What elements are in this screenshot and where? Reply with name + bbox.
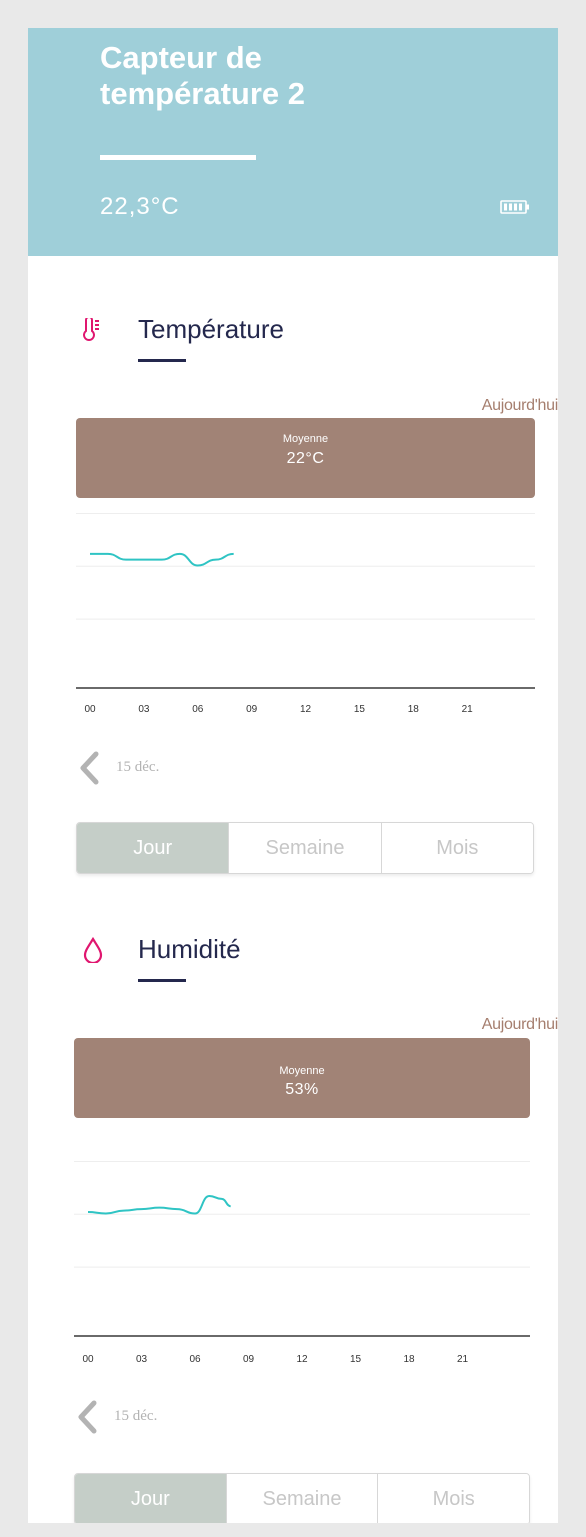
x-tick-label: 06	[189, 1354, 201, 1365]
temperature-x-ticks: 00 03 06 09 12 15 18 21	[76, 704, 535, 718]
segment-semaine[interactable]: Semaine	[225, 1474, 378, 1523]
chevron-left-icon[interactable]	[76, 750, 102, 786]
x-tick-label: 12	[299, 704, 312, 715]
x-tick-label: 21	[456, 1354, 469, 1365]
x-tick-label: 18	[403, 1354, 415, 1365]
period-label: Aujourd'hui	[481, 397, 558, 414]
x-tick-label: 15	[349, 1354, 362, 1365]
x-tick-label: 09	[242, 1354, 255, 1365]
x-tick-label: 21	[461, 704, 473, 715]
temperature-chart	[76, 513, 535, 689]
temperature-title-underline	[138, 359, 186, 362]
thermometer-icon	[83, 318, 99, 341]
x-tick-label: 03	[138, 704, 150, 715]
segment-semaine[interactable]: Semaine	[228, 823, 381, 873]
x-tick-label: 15	[353, 704, 365, 715]
temperature-date-nav: 15 déc.	[76, 750, 276, 786]
segment-jour[interactable]: Jour	[77, 823, 229, 873]
average-card: Moyenne 22°C	[76, 418, 535, 498]
battery-icon	[500, 200, 529, 214]
current-temperature: 22,3°C	[100, 193, 180, 220]
humidity-period-selector: Jour Semaine Mois	[74, 1473, 530, 1523]
humidity-x-ticks: 00 03 06 09 12 15 18 21	[74, 1354, 530, 1368]
segment-jour[interactable]: Jour	[75, 1474, 226, 1523]
title-line-1: Capteur de	[100, 40, 262, 75]
water-drop-icon	[83, 937, 103, 963]
x-tick-label: 00	[82, 1354, 94, 1365]
page-title: Capteur de température 2	[100, 40, 460, 112]
x-tick-label: 18	[407, 704, 419, 715]
humidity-chart	[74, 1161, 530, 1337]
app-screen: Capteur de température 2 22,3°C Températ…	[28, 28, 558, 1523]
series-line	[89, 552, 234, 567]
average-value: 53%	[285, 1081, 319, 1098]
sensor-header: Capteur de température 2 22,3°C	[28, 28, 558, 256]
title-line-2: température 2	[100, 76, 306, 111]
x-tick-label: 00	[84, 704, 96, 715]
title-underline	[100, 155, 256, 160]
date-label: 15 déc.	[114, 1408, 158, 1424]
average-label: Moyenne	[279, 1065, 325, 1077]
chevron-left-icon[interactable]	[74, 1399, 100, 1435]
x-tick-label: 03	[135, 1354, 148, 1365]
date-label: 15 déc.	[116, 759, 160, 775]
segment-mois[interactable]: Mois	[377, 1474, 529, 1523]
temperature-title: Température	[138, 314, 284, 344]
x-tick-label: 09	[246, 704, 258, 715]
x-tick-label: 06	[192, 704, 204, 715]
humidity-date-nav: 15 déc.	[74, 1399, 274, 1435]
segment-mois[interactable]: Mois	[380, 823, 533, 873]
chart-svg	[74, 1161, 530, 1337]
x-tick-label: 12	[296, 1354, 308, 1365]
temperature-period-selector: Jour Semaine Mois	[76, 822, 534, 874]
humidity-title: Humidité	[138, 934, 241, 964]
average-value: 22°C	[286, 450, 325, 467]
humidity-title-underline	[138, 979, 186, 982]
chart-svg	[76, 513, 535, 689]
average-label: Moyenne	[282, 433, 329, 445]
series-line	[87, 1194, 231, 1215]
period-label: Aujourd'hui	[481, 1016, 558, 1033]
average-card: Moyenne 53%	[74, 1038, 530, 1118]
